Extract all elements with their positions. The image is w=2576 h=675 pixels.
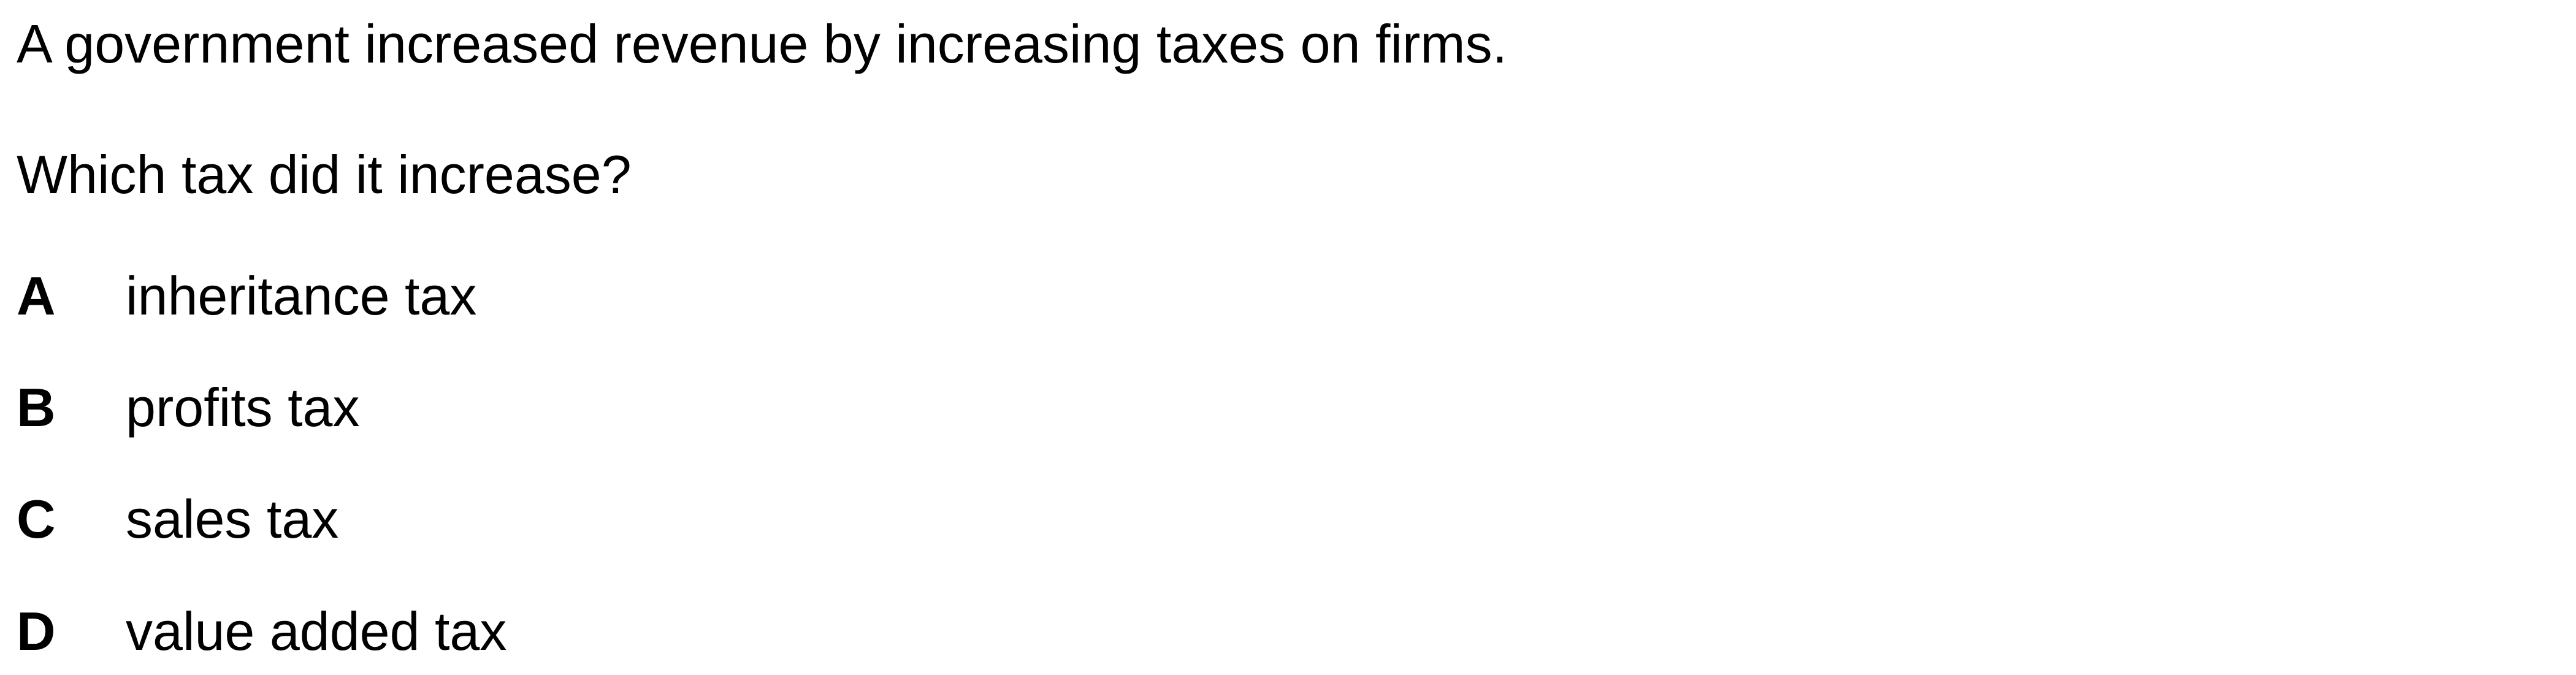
question-page: A government increased revenue by increa… — [0, 0, 2576, 675]
option-letter: D — [17, 601, 56, 662]
option-letter: C — [17, 489, 56, 549]
option-letter: B — [17, 377, 56, 438]
option-text: value added tax — [126, 601, 507, 662]
option-text: profits tax — [126, 377, 360, 438]
question-stem: A government increased revenue by increa… — [17, 13, 1508, 74]
question-prompt: Which tax did it increase? — [17, 144, 632, 205]
option-text: sales tax — [126, 489, 339, 549]
option-text: inheritance tax — [126, 265, 477, 326]
option-letter: A — [17, 265, 56, 326]
